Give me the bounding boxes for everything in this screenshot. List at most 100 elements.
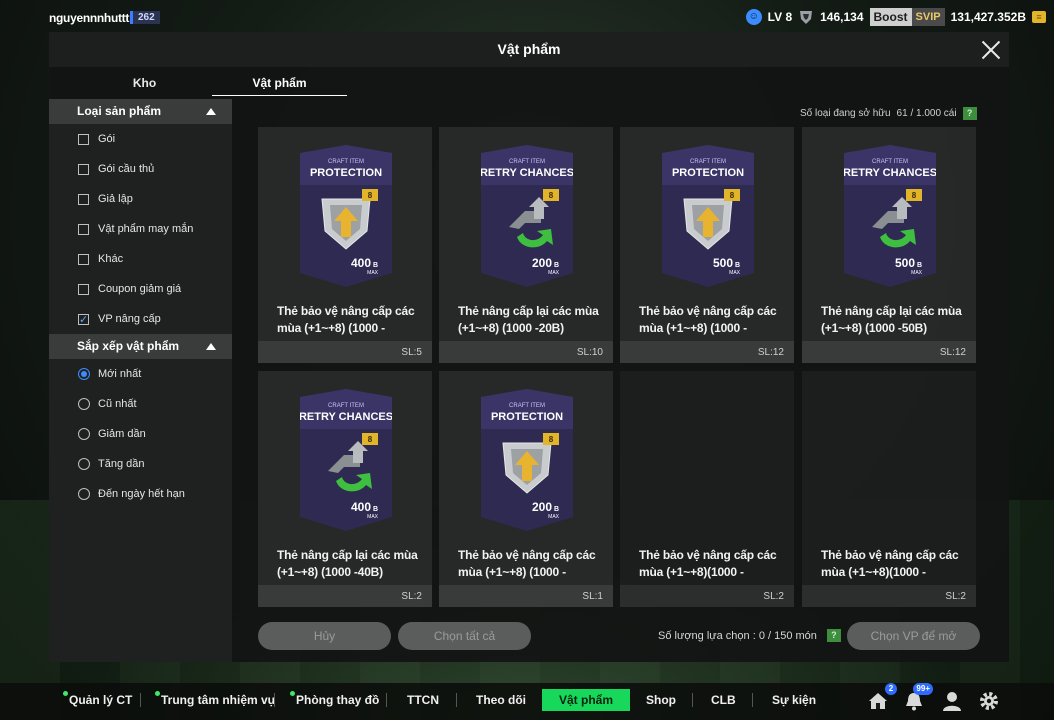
cancel-button[interactable]: Hủy [258, 622, 391, 650]
option-label: Đến ngày hết hạn [98, 488, 185, 500]
nav-divider [692, 693, 693, 707]
profile-icon[interactable] [941, 690, 963, 712]
radio-button[interactable] [78, 428, 90, 440]
item-card-art: CRAFT ITEM PROTECTION 8 200 BMAX [481, 389, 573, 531]
nav-divider [752, 693, 753, 707]
card-price: 200 [532, 500, 552, 514]
item-name-line1: Thẻ nâng cấp lại các mùa [821, 304, 962, 318]
card-price: 400 [351, 500, 371, 514]
item-card-art: CRAFT ITEM RETRY CHANCES 8 400 BMAX [300, 389, 392, 531]
settings-gear-icon[interactable] [978, 690, 1000, 712]
item-card[interactable]: Thẻ bảo vệ nâng cấp các mùa (+1~+8)(1000 … [620, 371, 794, 607]
nav-su-kien[interactable]: Sự kiện [772, 689, 816, 711]
product-type-option[interactable]: Gói [49, 124, 232, 154]
product-type-option[interactable]: Khác [49, 244, 232, 274]
item-name-line1: Thẻ nâng cấp lại các mùa [458, 304, 599, 318]
owned-count: Số loại đang sở hữu 61 / 1.000 cái ? [800, 107, 977, 120]
item-name-line2: (+1~+8) (1000 -50B) [821, 321, 927, 335]
choose-upgrade-button[interactable]: Chọn VP để mở [847, 622, 980, 650]
checkbox[interactable] [78, 164, 89, 175]
smile-icon: ☺ [745, 9, 762, 25]
item-card[interactable]: CRAFT ITEM PROTECTION 8 400 B MAX Thẻ bảo vệ n… [258, 127, 432, 363]
selection-label: Số lượng lựa chọn : 0 / 150 món [658, 629, 817, 642]
craft-label: CRAFT ITEM [509, 403, 545, 409]
item-name-line1: Thẻ bảo vệ nâng cấp các [277, 304, 415, 318]
item-name-line1: Thẻ bảo vệ nâng cấp các [639, 304, 777, 318]
card-price: 200 [532, 256, 552, 270]
home-badge: 2 [885, 683, 897, 695]
product-type-list: Gói Gói cầu thủ Giả lập Vật phẩm may mắn Khá… [49, 124, 232, 335]
new-dot-icon [63, 691, 68, 696]
sort-header[interactable]: Sắp xếp vật phẩm [49, 334, 232, 359]
sort-option[interactable]: Tăng dần [49, 449, 232, 479]
nav-label: Quản lý CT [69, 693, 133, 707]
top-bar: nguyennnhuttt 262 ☺ LV 8 146,134 Boost S… [0, 0, 1054, 32]
item-card[interactable]: CRAFT ITEM RETRY CHANCES 8 500 B MAX Thẻ nâng … [802, 127, 976, 363]
crest-icon [800, 11, 813, 24]
bell-icon[interactable]: 99+ [903, 683, 933, 712]
sort-option-list: Mới nhất Cũ nhất Giảm dần Tăng dần Đến ngày … [49, 359, 232, 509]
radio-button[interactable] [78, 398, 90, 410]
nav-ttcn[interactable]: TTCN [407, 689, 439, 711]
close-button[interactable] [979, 38, 1003, 62]
product-type-option[interactable]: Giả lập [49, 184, 232, 214]
option-label: Cũ nhất [98, 398, 137, 410]
nav-shop[interactable]: Shop [646, 689, 676, 711]
product-type-option[interactable]: Vật phẩm may mắn [49, 214, 232, 244]
tab-vat-pham[interactable]: Vật phẩm [212, 70, 347, 96]
item-card[interactable]: CRAFT ITEM PROTECTION 8 200 B MAX Thẻ bảo vệ n… [439, 371, 613, 607]
checkbox[interactable] [78, 224, 89, 235]
item-card[interactable]: CRAFT ITEM PROTECTION 8 500 B MAX Thẻ bảo vệ n… [620, 127, 794, 363]
sort-option[interactable]: Cũ nhất [49, 389, 232, 419]
item-grid: CRAFT ITEM PROTECTION 8 400 B MAX Thẻ bảo vệ n… [258, 127, 976, 607]
checkbox[interactable] [78, 284, 89, 295]
help-icon[interactable]: ? [826, 629, 841, 642]
item-name-line2: mùa (+1~+8)(1000 - [821, 565, 926, 579]
items-modal: Vật phẩm Kho Vật phẩm Loại sản phẩm Gói G… [49, 32, 1009, 662]
checkbox[interactable] [78, 194, 89, 205]
level-badge-text: 8 [368, 435, 373, 444]
select-all-button[interactable]: Chọn tất cả [398, 622, 531, 650]
item-card[interactable]: Thẻ bảo vệ nâng cấp các mùa (+1~+8)(1000 … [802, 371, 976, 607]
item-name: Thẻ nâng cấp lại các mùa (+1~+8) (1000 -4… [277, 547, 427, 581]
craft-label: CRAFT ITEM [690, 159, 726, 165]
home-icon[interactable]: 2 [867, 683, 897, 712]
nav-theo-doi[interactable]: Theo dõi [476, 689, 526, 711]
radio-button[interactable] [78, 368, 90, 380]
option-label: VP nâng cấp [98, 313, 161, 325]
product-type-option[interactable]: Gói cầu thủ [49, 154, 232, 184]
checkbox[interactable] [78, 134, 89, 145]
product-type-option[interactable]: VP nâng cấp [49, 304, 232, 335]
nav-clb[interactable]: CLB [711, 689, 736, 711]
card-max: MAX [367, 514, 379, 520]
points-text: 146,134 [820, 10, 864, 24]
item-card[interactable]: CRAFT ITEM RETRY CHANCES 8 400 B MAX Thẻ nâng … [258, 371, 432, 607]
help-icon[interactable]: ? [962, 107, 977, 120]
nav-phong-thay-do[interactable]: Phòng thay đồ [290, 689, 379, 711]
radio-button[interactable] [78, 458, 90, 470]
card-max: MAX [729, 270, 741, 276]
nav-quan-ly-ct[interactable]: Quản lý CT [63, 689, 133, 711]
user-level-badge: 262 [130, 11, 160, 24]
card-type: PROTECTION [672, 167, 744, 179]
checkbox[interactable] [78, 254, 89, 265]
sort-option[interactable]: Đến ngày hết hạn [49, 479, 232, 509]
collapse-triangle-icon [206, 108, 216, 115]
radio-button[interactable] [78, 488, 90, 500]
nav-trung-tam-nhiem-vu[interactable]: Trung tâm nhiệm vụ [155, 689, 275, 711]
sort-option[interactable]: Mới nhất [49, 359, 232, 389]
nav-divider [274, 693, 275, 707]
checkbox[interactable] [78, 305, 89, 335]
product-type-option[interactable]: Coupon giảm giá [49, 274, 232, 304]
card-price: 500 [895, 256, 915, 270]
boost-button[interactable]: Boost SVIP [869, 8, 945, 26]
tab-kho[interactable]: Kho [77, 70, 212, 96]
product-type-header[interactable]: Loại sản phẩm [49, 99, 232, 124]
item-name-line1: Thẻ nâng cấp lại các mùa [277, 548, 418, 562]
card-type: PROTECTION [491, 411, 563, 423]
modal-title: Vật phẩm [497, 41, 561, 57]
sort-option[interactable]: Giảm dần [49, 419, 232, 449]
option-label: Gói [98, 133, 116, 145]
item-card[interactable]: CRAFT ITEM RETRY CHANCES 8 200 B MAX Thẻ nâng … [439, 127, 613, 363]
nav-vat-pham[interactable]: Vật phẩm [542, 689, 631, 711]
